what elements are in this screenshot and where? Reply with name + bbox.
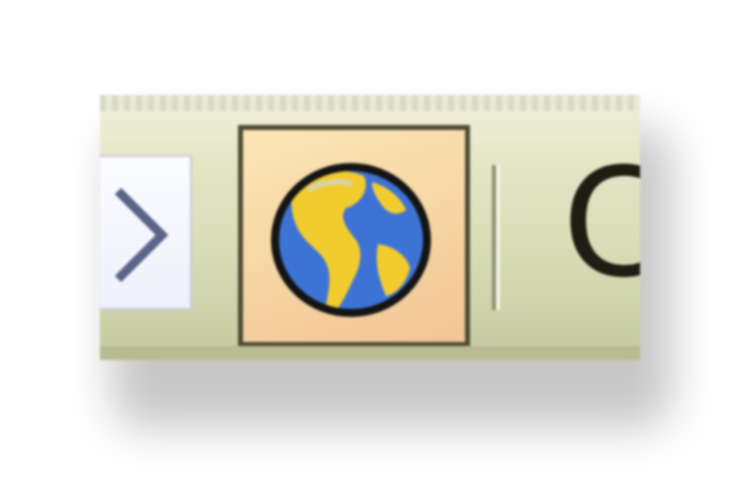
screenshot-stage: C — [0, 0, 750, 483]
toolbar-separator — [492, 165, 500, 310]
partial-menu-label[interactable]: C — [562, 149, 640, 299]
toolbar-bottom-edge — [100, 346, 640, 360]
toolbar: C — [100, 95, 640, 360]
chevron-right-icon — [114, 187, 169, 283]
globe-icon — [271, 163, 431, 317]
globe-button[interactable] — [238, 125, 470, 347]
chevron-more-button[interactable] — [100, 155, 192, 310]
toolbar-top-edge — [100, 95, 640, 111]
